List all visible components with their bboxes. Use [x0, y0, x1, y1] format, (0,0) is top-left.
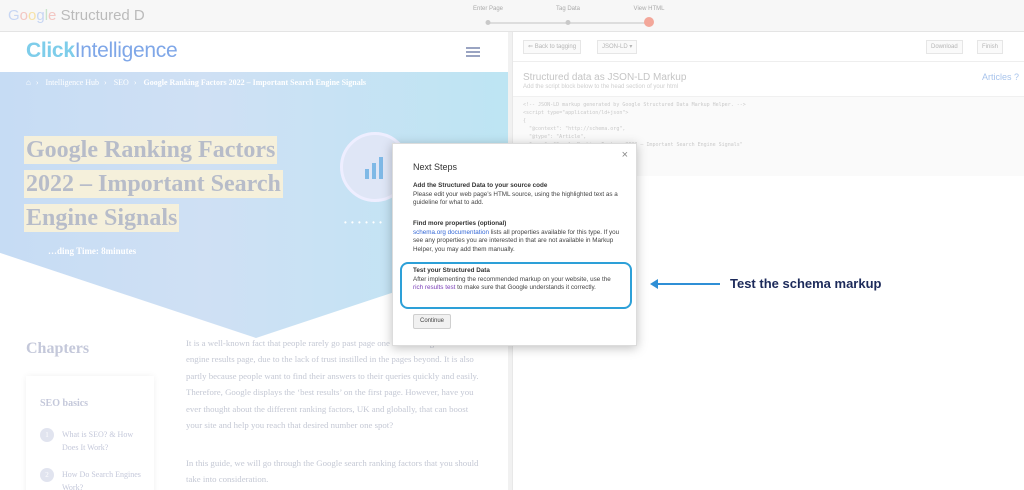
breadcrumb: ⌂ › Intelligence Hub › SEO › Google Ranking… [26, 78, 367, 87]
step-dot-enter-page[interactable] [485, 20, 491, 25]
step-label-view-html: View HTML [633, 6, 665, 12]
articles-label: Articles [982, 72, 1012, 82]
chevron-down-icon: ▾ [627, 44, 633, 50]
annotation-arrow-line [652, 283, 720, 285]
brand-light: Intelligence [74, 39, 178, 62]
step-dot-view-html[interactable] [644, 17, 654, 27]
code-line: "@context": "http://schema.org", [523, 126, 626, 132]
home-icon[interactable]: ⌂ [26, 78, 31, 87]
code-line: <script type="application/ld+json"> [523, 110, 629, 116]
hero-title-line-1: Google Ranking Factors [24, 136, 278, 164]
app-logo: Google Structured D [8, 7, 145, 24]
annotation-arrow-head [650, 279, 658, 289]
step-text: to make sure that Google understands it … [455, 284, 596, 292]
chapter-card-heading: SEO basics [40, 398, 89, 409]
step-text: After implementing the recommended marku… [413, 275, 611, 283]
progress-steps: Enter Page Tag Data View HTML [440, 6, 664, 27]
step-text: Please edit your web page’s HTML source,… [413, 190, 618, 207]
hero-title-line-2: 2022 – Important Search [24, 170, 283, 198]
breadcrumb-seo[interactable]: SEO [114, 78, 129, 87]
chapter-title: How Do Search Engines Work? [62, 470, 141, 490]
site-header: ClickIntelligence [0, 32, 512, 72]
breadcrumb-current: Google Ranking Factors 2022 – Important … [143, 78, 367, 87]
download-button[interactable]: Download [926, 40, 963, 54]
schema-org-docs-link[interactable]: schema.org documentation [413, 229, 489, 236]
chapters-heading: Chapters [26, 340, 90, 357]
breadcrumb-hub[interactable]: Intelligence Hub [45, 78, 99, 87]
chapter-number: 1 [40, 428, 54, 442]
panel-subtitle: Add the script block below to the head s… [523, 84, 679, 90]
panel-toolbar: ⇐ Back to tagging JSON-LD ▾ Download Fin… [513, 32, 1024, 62]
app-logo-product: Structured D [60, 7, 145, 24]
chapter-title: What is SEO? & How Does It Work? [62, 430, 134, 452]
reading-time: …ding Time: 8minutes [48, 246, 137, 256]
hero-title-line-3: Engine Signals [24, 204, 180, 232]
help-icon[interactable]: ? [1012, 72, 1019, 82]
body-paragraph: It is a well-known fact that people rare… [186, 338, 479, 431]
finish-button[interactable]: Finish [977, 40, 1004, 54]
body-paragraph: In this guide, we will go through the Go… [186, 458, 479, 485]
format-select[interactable]: JSON-LD ▾ [597, 40, 638, 54]
back-arrow-icon: ⇐ [528, 44, 535, 50]
brand-bold: Click [26, 39, 75, 62]
step-dot-tag-data[interactable] [565, 20, 571, 25]
step-test-structured-data: Test your Structured Data After implemen… [413, 267, 621, 293]
panel-title: Structured data as JSON-LD Markup [523, 72, 687, 83]
back-to-tagging-button[interactable]: ⇐ Back to tagging [523, 40, 582, 54]
back-button-label: Back to tagging [534, 44, 577, 50]
step-heading: Test your Structured Data [413, 267, 490, 274]
step-label-tag-data: Tag Data [555, 6, 581, 12]
annotation-text: Test the schema markup [730, 276, 882, 291]
close-icon[interactable]: × [622, 149, 628, 161]
continue-button[interactable]: Continue [413, 314, 452, 329]
step-heading: Add the Structured Data to your source c… [413, 182, 548, 189]
step-heading: Find more properties (optional) [413, 220, 507, 227]
step-find-properties: Find more properties (optional) schema.o… [413, 220, 621, 254]
step-add-structured-data: Add the Structured Data to your source c… [413, 182, 621, 208]
format-select-value: JSON-LD [602, 44, 628, 50]
chapter-card: SEO basics 1 What is SEO? & How Does It … [26, 376, 154, 490]
chapter-number: 2 [40, 468, 54, 482]
code-line: { [523, 118, 527, 124]
articles-type-label[interactable]: Articles ? [982, 72, 1019, 82]
next-steps-dialog: × Next Steps Add the Structured Data to … [392, 143, 637, 346]
top-bar: Google Structured D Enter Page Tag Data … [0, 0, 1024, 32]
decorative-dots: • • • • • • [344, 218, 383, 227]
code-line: "@type": "Article", [523, 134, 587, 140]
rich-results-test-link[interactable]: rich results test [413, 284, 455, 291]
site-brand-logo[interactable]: ClickIntelligence [26, 39, 178, 63]
code-line: <!-- JSON-LD markup generated by Google … [523, 102, 746, 108]
dialog-title: Next Steps [413, 162, 458, 172]
step-label-enter-page: Enter Page [472, 6, 504, 12]
hamburger-menu-icon[interactable] [466, 47, 480, 57]
